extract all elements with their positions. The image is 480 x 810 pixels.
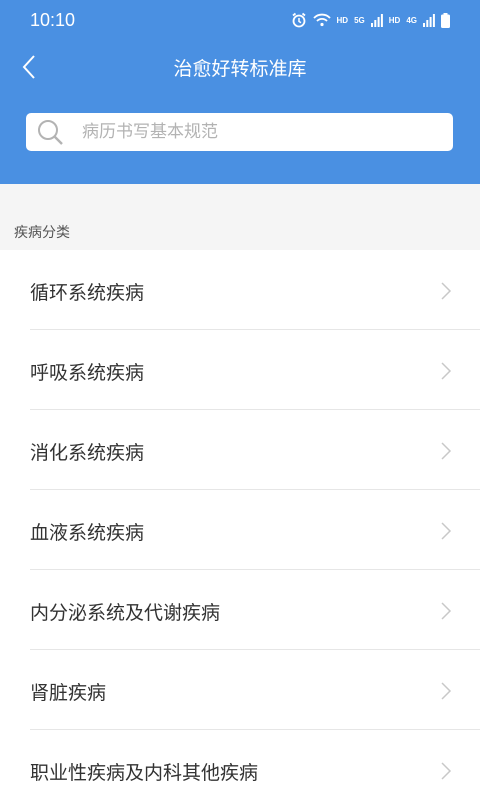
search-icon bbox=[38, 120, 63, 145]
header: 10:10 HD 5G HD 4G 治愈好转标准库 病历书写基本规范 bbox=[0, 0, 480, 184]
status-time: 10:10 bbox=[30, 10, 76, 30]
status-icons: HD 5G HD 4G bbox=[291, 12, 450, 28]
nav-bar: 治愈好转标准库 bbox=[0, 44, 480, 92]
list-item-label: 循环系统疾病 bbox=[30, 282, 145, 304]
chevron-right-icon bbox=[441, 762, 452, 780]
chevron-right-icon bbox=[441, 682, 452, 700]
chevron-right-icon bbox=[441, 282, 452, 300]
search-bar[interactable] bbox=[26, 113, 453, 151]
list-item-label: 内分泌系统及代谢疾病 bbox=[30, 602, 221, 624]
list-item-kidney[interactable]: 肾脏疾病 bbox=[0, 650, 480, 730]
section-title: 疾病分类 bbox=[14, 225, 70, 241]
hd-label-2: HD bbox=[388, 15, 401, 25]
search-input[interactable] bbox=[82, 113, 442, 151]
list-item-label: 血液系统疾病 bbox=[30, 522, 145, 544]
status-bar: 10:10 HD 5G HD 4G bbox=[0, 0, 480, 44]
list-item-respiratory[interactable]: 呼吸系统疾病 bbox=[0, 330, 480, 410]
page-title: 治愈好转标准库 bbox=[173, 58, 307, 80]
signal-icon bbox=[370, 14, 383, 27]
chevron-right-icon bbox=[441, 442, 452, 460]
chevron-right-icon bbox=[441, 522, 452, 540]
chevron-right-icon bbox=[441, 602, 452, 620]
list-item-occupational[interactable]: 职业性疾病及内科其他疾病 bbox=[0, 730, 480, 810]
alarm-icon bbox=[291, 12, 306, 28]
network-label-2: 4G bbox=[406, 15, 417, 25]
chevron-right-icon bbox=[441, 362, 452, 380]
battery-icon bbox=[441, 12, 450, 28]
list-item-label: 消化系统疾病 bbox=[30, 442, 145, 464]
list-item-blood[interactable]: 血液系统疾病 bbox=[0, 490, 480, 570]
list-item-endocrine[interactable]: 内分泌系统及代谢疾病 bbox=[0, 570, 480, 650]
list-item-label: 职业性疾病及内科其他疾病 bbox=[30, 762, 259, 784]
disease-category-list: 循环系统疾病 呼吸系统疾病 消化系统疾病 血液系统疾病 内分泌系统及代谢疾病 肾… bbox=[0, 250, 480, 810]
section-header: 疾病分类 bbox=[0, 184, 480, 250]
wifi-icon bbox=[312, 13, 331, 27]
network-label-1: 5G bbox=[354, 15, 365, 25]
signal-icon bbox=[423, 14, 435, 27]
list-item-digestive[interactable]: 消化系统疾病 bbox=[0, 410, 480, 490]
hd-label-1: HD bbox=[336, 15, 349, 25]
list-item-label: 肾脏疾病 bbox=[30, 682, 107, 704]
list-item-circulatory[interactable]: 循环系统疾病 bbox=[0, 250, 480, 330]
list-item-label: 呼吸系统疾病 bbox=[30, 362, 145, 384]
